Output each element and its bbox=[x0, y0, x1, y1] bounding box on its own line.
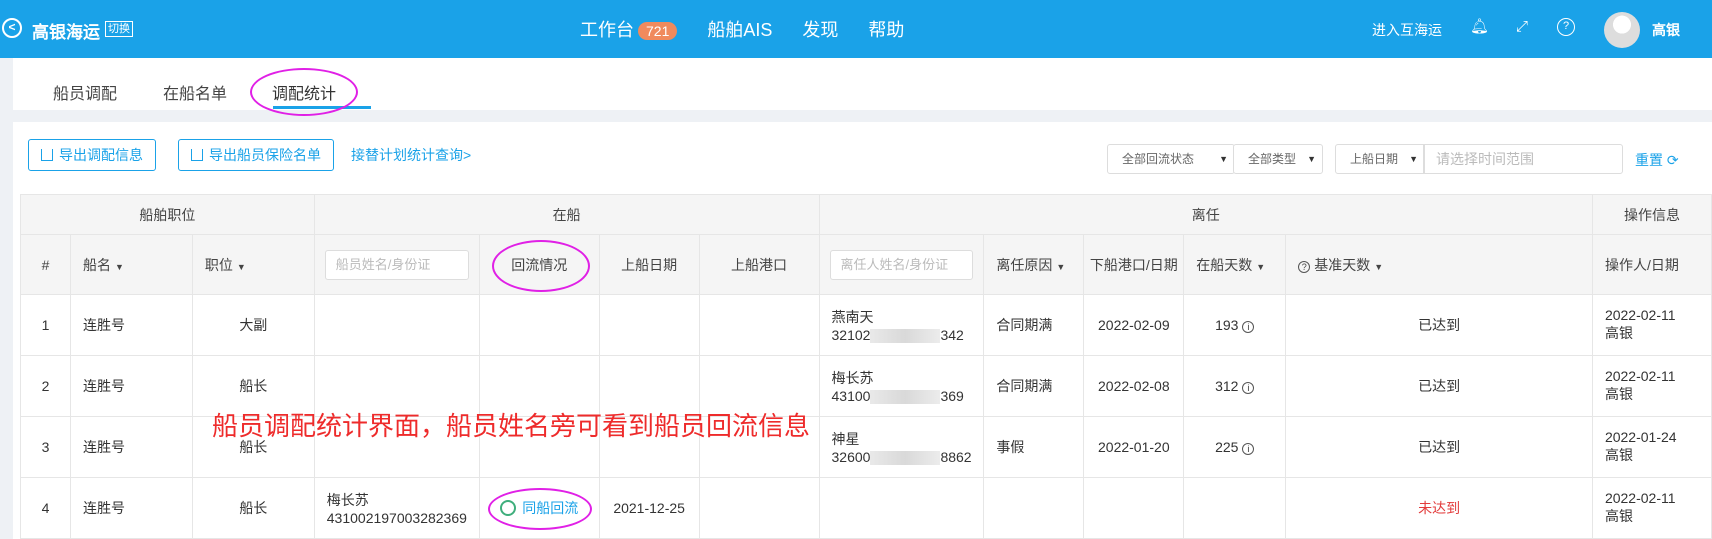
chevron-down-icon: ▼ bbox=[1409, 154, 1418, 164]
tab-crew-dispatch[interactable]: 船员调配 bbox=[53, 80, 117, 104]
leaver-search-input[interactable]: 离任人姓名/身份证 bbox=[829, 249, 974, 280]
refresh-icon: ⟳ bbox=[1666, 152, 1679, 168]
annotation-text: 船员调配统计界面，船员姓名旁可看到船员回流信息 bbox=[212, 411, 811, 441]
col-base-days[interactable]: ? 基准天数 ▼ bbox=[1285, 234, 1593, 295]
col-leave-reason[interactable]: 离任原因 ▼ bbox=[983, 234, 1085, 295]
col-crew-filter: 船员姓名/身份证 bbox=[313, 234, 480, 295]
date-range-input[interactable]: 请选择时间范围 bbox=[1423, 144, 1623, 174]
sort-caret-icon: ▼ bbox=[236, 261, 246, 272]
bell-icon[interactable]: 🔔︎ bbox=[1470, 18, 1489, 36]
group-header-onboard: 在船 bbox=[313, 194, 820, 235]
sort-caret-icon: ▼ bbox=[1256, 261, 1266, 272]
nav-help[interactable]: 帮助 bbox=[868, 16, 904, 42]
company-name: 高银海运 bbox=[32, 23, 100, 42]
fullscreen-icon[interactable]: ⤢ bbox=[1513, 18, 1531, 36]
active-tab-indicator bbox=[273, 106, 371, 109]
info-icon[interactable]: i bbox=[1242, 443, 1255, 455]
enter-platform-link[interactable]: 进入互海运 bbox=[1372, 20, 1442, 40]
sort-caret-icon: ▼ bbox=[1374, 261, 1384, 272]
reflow-icon bbox=[500, 500, 517, 516]
help-icon[interactable]: ? bbox=[1557, 18, 1575, 36]
avatar[interactable] bbox=[1604, 12, 1640, 48]
crew-search-input[interactable]: 船员姓名/身份证 bbox=[324, 249, 469, 280]
chevron-down-icon: ▼ bbox=[1307, 154, 1316, 164]
tab-onboard-list[interactable]: 在船名单 bbox=[163, 80, 227, 104]
col-ship-sort[interactable]: 船名 ▼ bbox=[69, 234, 193, 295]
upload-icon bbox=[191, 149, 203, 161]
leaver-cell: 燕南天 32102 342 bbox=[818, 294, 985, 356]
crew-cell: 梅长苏 431002197003282369 bbox=[313, 477, 480, 539]
dispatch-stats-table: 船舶职位 在船 离任 操作信息 # 船名 ▼ 职位 ▼ 船员姓名/身份证 回流情况 … bbox=[20, 194, 1712, 539]
nav-workbench[interactable]: 工作台 721 bbox=[580, 16, 678, 42]
table-row: 1 连胜号 大副 燕南天 32102 342 合同期满 2022-02-09 193… bbox=[20, 294, 1712, 356]
col-days-sort[interactable]: 在船天数 ▼ bbox=[1183, 234, 1287, 295]
col-leaver-filter: 离任人姓名/身份证 bbox=[818, 234, 985, 295]
export-insurance-button[interactable]: 导出船员保险名单 bbox=[178, 139, 334, 171]
upload-icon bbox=[41, 149, 53, 161]
workbench-badge: 721 bbox=[638, 22, 678, 40]
leaver-cell: 神星 32600 8862 bbox=[818, 416, 985, 478]
reflow-status-select[interactable]: 全部回流状态 ▼ bbox=[1107, 144, 1235, 174]
nav-ship-ais[interactable]: 船舶AIS bbox=[707, 16, 772, 42]
redacted-id bbox=[870, 329, 941, 344]
table-row: 4 连胜号 船长 梅长苏 431002197003282369 同船回流 2021… bbox=[20, 477, 1712, 539]
col-operator: 操作人/日期 bbox=[1591, 234, 1712, 295]
group-header-departure: 离任 bbox=[818, 194, 1593, 235]
col-index: # bbox=[20, 234, 71, 295]
leaver-cell: 梅长苏 43100 369 bbox=[818, 355, 985, 417]
sort-caret-icon: ▼ bbox=[1056, 261, 1066, 272]
redacted-id bbox=[870, 390, 941, 405]
main-panel: 导出调配信息 导出船员保险名单 接替计划统计查询> 全部回流状态 ▼ 全部类型 ▼ … bbox=[13, 122, 1712, 539]
reflow-cell[interactable]: 同船回流 bbox=[478, 477, 600, 539]
col-board-port: 上船港口 bbox=[698, 234, 820, 295]
switch-company-button[interactable]: 切换 bbox=[105, 21, 133, 37]
redacted-id bbox=[870, 451, 941, 466]
replace-plan-link[interactable]: 接替计划统计查询> bbox=[351, 145, 471, 165]
type-select[interactable]: 全部类型 ▼ bbox=[1233, 144, 1323, 174]
reset-button[interactable]: 重置 ⟳ bbox=[1635, 150, 1679, 170]
help-circle-icon: ? bbox=[1298, 260, 1311, 273]
col-disembark: 下船港口/日期 bbox=[1083, 234, 1185, 295]
back-icon[interactable]: < bbox=[2, 18, 22, 38]
tab-bar: 船员调配 在船名单 调配统计 bbox=[13, 58, 1712, 110]
info-icon[interactable]: i bbox=[1242, 321, 1255, 333]
info-icon[interactable]: i bbox=[1242, 382, 1255, 394]
nav-discover[interactable]: 发现 bbox=[802, 16, 838, 42]
chevron-down-icon: ▼ bbox=[1219, 154, 1228, 164]
top-bar: < 高银海运 切换 工作台 721 船舶AIS 发现 帮助 进入互海运 🔔︎ ⤢ … bbox=[0, 0, 1712, 58]
col-reflow: 回流情况 bbox=[478, 234, 600, 295]
date-type-select[interactable]: 上船日期 ▼ bbox=[1335, 144, 1425, 174]
export-dispatch-button[interactable]: 导出调配信息 bbox=[28, 139, 156, 171]
col-position-sort[interactable]: 职位 ▼ bbox=[191, 234, 315, 295]
group-header-operation: 操作信息 bbox=[1591, 194, 1712, 235]
main-nav: 工作台 721 船舶AIS 发现 帮助 bbox=[580, 16, 904, 42]
group-header-ship-position: 船舶职位 bbox=[20, 194, 315, 235]
tab-dispatch-stats[interactable]: 调配统计 bbox=[272, 80, 336, 104]
user-name[interactable]: 高银 bbox=[1652, 20, 1680, 40]
col-board-date: 上船日期 bbox=[598, 234, 700, 295]
sort-caret-icon: ▼ bbox=[114, 261, 124, 272]
